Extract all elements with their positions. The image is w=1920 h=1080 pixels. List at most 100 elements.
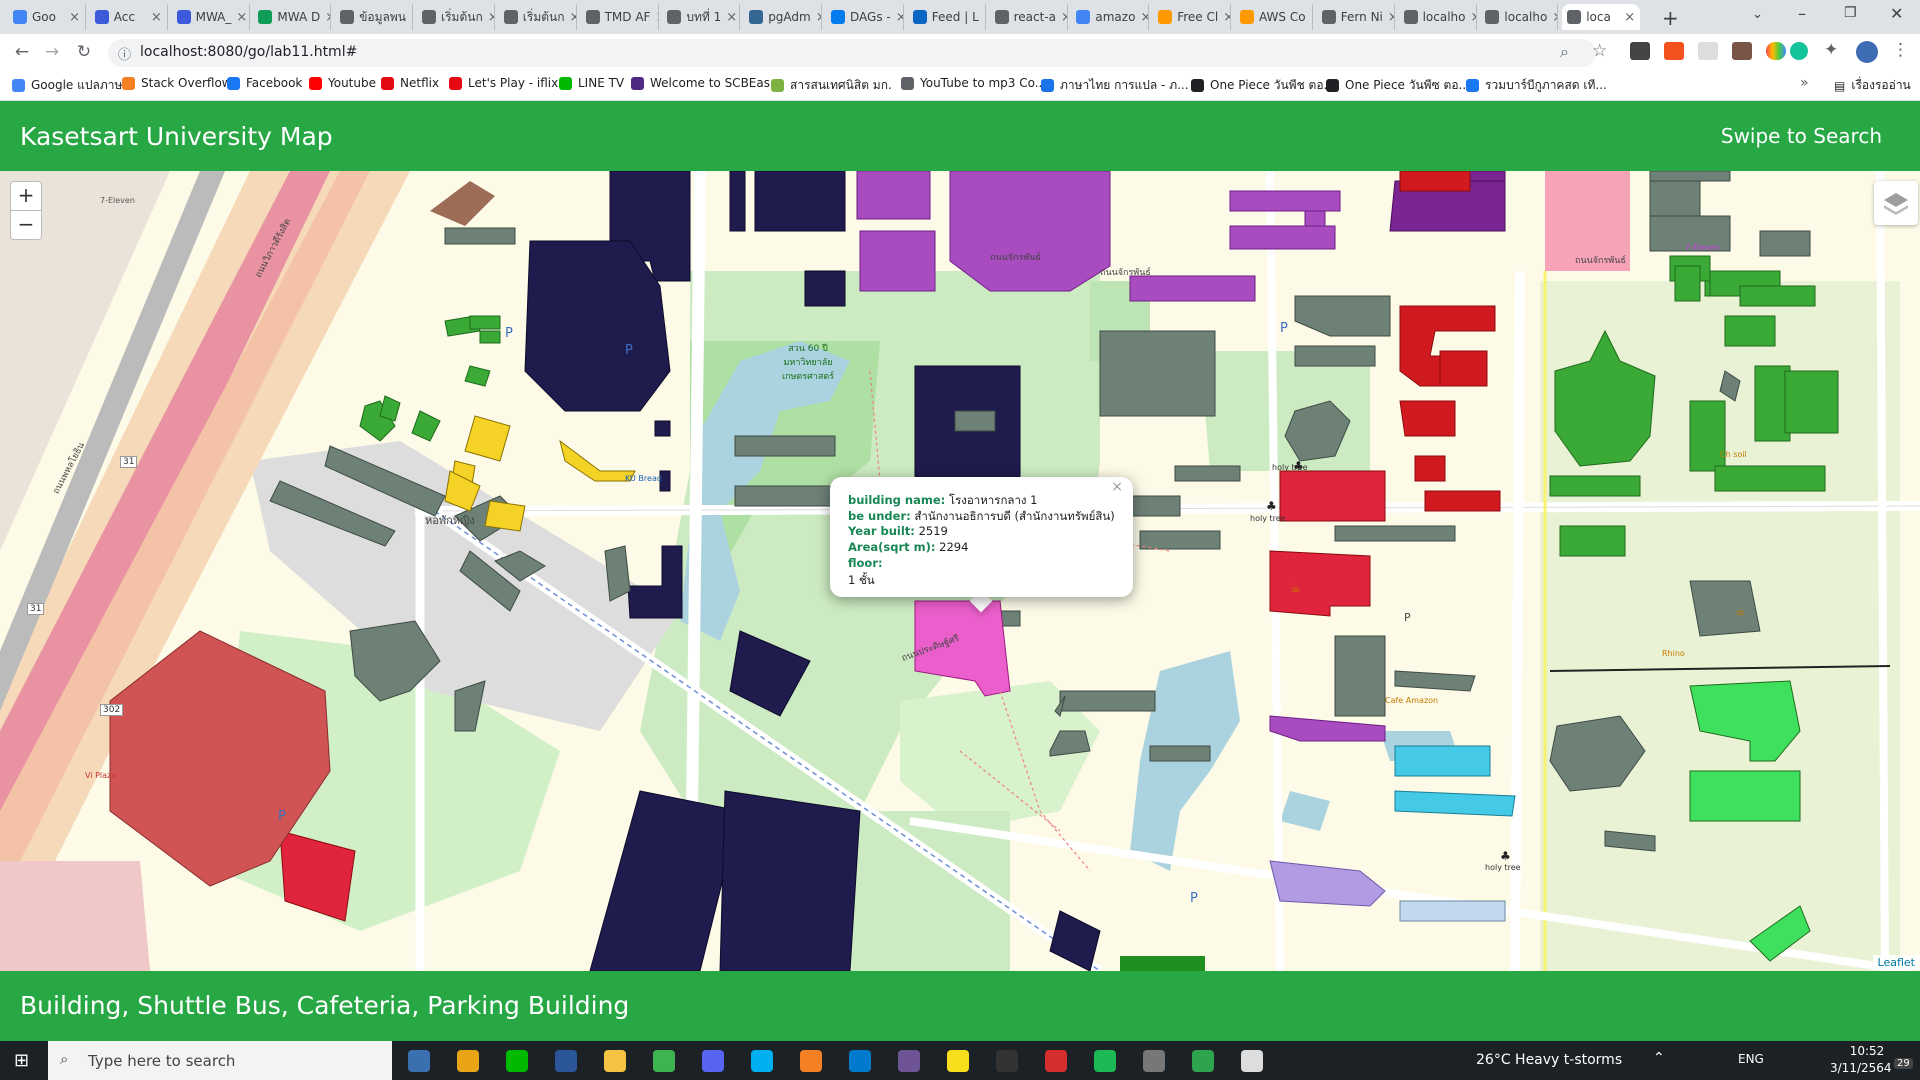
bookmark-item[interactable]: Let's Play - iflix <box>449 76 558 90</box>
bookmark-item[interactable]: One Piece วันพีซ ตอ... <box>1326 76 1470 95</box>
browser-tab[interactable]: ข้อมูลพน × <box>335 4 414 30</box>
bookmark-item[interactable]: Google แปลภาษา <box>12 76 129 95</box>
bookmark-item[interactable]: สารสนเทศนิสิต มก. <box>771 76 892 95</box>
browser-tab[interactable]: Feed | L × <box>908 4 986 30</box>
bookmark-item[interactable]: ภาษาไทย การแปล - ภ... <box>1041 76 1189 95</box>
tab-close-icon[interactable]: × <box>1223 10 1230 25</box>
tab-close-icon[interactable]: × <box>1311 10 1312 25</box>
taskbar-app-icon[interactable] <box>604 1050 626 1072</box>
taskbar-app-icon[interactable] <box>947 1050 969 1072</box>
tab-close-icon[interactable]: × <box>896 10 903 25</box>
clock-time[interactable]: 10:52 <box>1838 1044 1896 1058</box>
tab-close-icon[interactable]: × <box>984 10 985 25</box>
swipe-to-search-button[interactable]: Swipe to Search <box>1721 124 1882 148</box>
tab-close-icon[interactable]: × <box>655 10 657 25</box>
browser-tab[interactable]: MWA_ × <box>172 4 250 30</box>
browser-tab[interactable]: localho × <box>1399 4 1477 30</box>
layers-control-button[interactable] <box>1874 181 1918 225</box>
maximize-icon[interactable]: ❐ <box>1844 5 1857 21</box>
taskbar-app-icon[interactable] <box>702 1050 724 1072</box>
browser-tab[interactable]: MWA D × <box>253 4 332 30</box>
forward-icon[interactable]: → <box>40 40 64 64</box>
browser-tab[interactable]: Goo × <box>8 4 86 30</box>
tab-close-icon[interactable]: × <box>726 10 737 25</box>
tab-close-icon[interactable]: × <box>1388 10 1394 25</box>
tab-close-icon[interactable]: × <box>1624 10 1635 25</box>
taskbar-app-icon[interactable] <box>1192 1050 1214 1072</box>
browser-tab[interactable]: AWS Co × <box>1235 4 1313 30</box>
browser-tab[interactable]: localho × <box>1480 4 1559 30</box>
taskbar-app-icon[interactable] <box>653 1050 675 1072</box>
grammarly-icon[interactable] <box>1790 42 1808 60</box>
zoom-out-button[interactable]: − <box>10 210 42 240</box>
more-bookmarks-icon[interactable]: » <box>1800 75 1809 91</box>
browser-tab[interactable]: Acc × <box>90 4 168 30</box>
map-attribution[interactable]: Leaflet <box>1872 955 1920 970</box>
tray-chevron-icon[interactable]: ⌃ <box>1653 1050 1665 1066</box>
taskbar-app-icon[interactable] <box>996 1050 1018 1072</box>
bookmark-item[interactable]: รวมบาร์บีกูภาคสด เที... <box>1466 76 1607 95</box>
bookmark-item[interactable]: Welcome to SCBEas... <box>631 76 781 90</box>
windows-start-icon[interactable]: ⊞ <box>14 1050 29 1071</box>
tab-close-icon[interactable]: × <box>488 10 494 25</box>
bookmark-item[interactable]: Netflix <box>381 76 439 90</box>
bookmark-item[interactable]: LINE TV <box>559 76 624 90</box>
reload-icon[interactable]: ↻ <box>72 40 96 64</box>
browser-tab[interactable]: Fern Ni × <box>1317 4 1395 30</box>
tab-close-icon[interactable]: × <box>1552 10 1557 25</box>
browser-tab[interactable]: amazo × <box>1071 4 1150 30</box>
browser-tab[interactable]: pgAdm × <box>744 4 823 30</box>
browser-tab[interactable]: เริ่มต้นก × <box>499 4 577 30</box>
bookmark-star-icon[interactable]: ☆ <box>1592 41 1607 61</box>
tab-close-icon[interactable]: × <box>236 10 247 25</box>
extension-icon[interactable] <box>1664 42 1684 60</box>
tab-close-icon[interactable]: × <box>1061 10 1067 25</box>
avatar[interactable] <box>1856 41 1878 63</box>
taskbar-app-icon[interactable] <box>1143 1050 1165 1072</box>
notification-badge[interactable]: 29 <box>1894 1058 1913 1069</box>
taskbar-app-icon[interactable] <box>1094 1050 1116 1072</box>
menu-icon[interactable]: ⋮ <box>1892 40 1909 60</box>
browser-tab[interactable]: DAGs - × <box>826 4 904 30</box>
taskbar-app-icon[interactable] <box>1045 1050 1067 1072</box>
zoom-in-button[interactable]: + <box>10 181 42 211</box>
tab-close-icon[interactable]: × <box>1140 10 1148 25</box>
bookmark-item[interactable]: One Piece วันพีช ตอ... <box>1191 76 1335 95</box>
bookmark-item[interactable]: Stack Overflow <box>122 76 232 90</box>
back-icon[interactable]: ← <box>10 40 34 64</box>
taskbar-search-placeholder[interactable]: Type here to search <box>88 1052 235 1070</box>
extension-icon[interactable] <box>1732 42 1752 60</box>
extensions-puzzle-icon[interactable]: ✦ <box>1824 40 1838 60</box>
tab-close-icon[interactable]: × <box>325 10 330 25</box>
bookmark-item[interactable]: Facebook <box>227 76 302 90</box>
extension-icon[interactable] <box>1630 42 1650 60</box>
tab-close-icon[interactable]: × <box>411 10 412 25</box>
close-window-icon[interactable]: ✕ <box>1890 4 1903 23</box>
taskbar-app-icon[interactable] <box>849 1050 871 1072</box>
other-bookmarks[interactable]: ▤ เรื่องรออ่าน <box>1834 76 1911 95</box>
language-indicator[interactable]: ENG <box>1738 1052 1764 1066</box>
info-icon[interactable]: ⓘ <box>118 44 131 63</box>
taskbar-app-icon[interactable] <box>506 1050 528 1072</box>
browser-tab[interactable]: TMD AF × <box>581 4 659 30</box>
tab-close-icon[interactable]: × <box>151 10 162 25</box>
taskbar-app-icon[interactable] <box>751 1050 773 1072</box>
popup-close-button[interactable]: × <box>1111 479 1123 495</box>
tab-search-icon[interactable]: ⌄ <box>1752 7 1763 22</box>
tab-close-icon[interactable]: × <box>570 10 576 25</box>
url-text[interactable]: localhost:8080/go/lab11.html# <box>140 44 357 60</box>
tab-close-icon[interactable]: × <box>1471 10 1476 25</box>
new-tab-icon[interactable]: + <box>1662 6 1679 30</box>
taskbar-app-icon[interactable] <box>555 1050 577 1072</box>
bookmark-item[interactable]: Youtube <box>309 76 376 90</box>
browser-tab[interactable]: Free Cl × <box>1153 4 1232 30</box>
minimize-icon[interactable]: – <box>1798 4 1806 23</box>
extension-icon[interactable] <box>1766 42 1786 60</box>
taskbar-app-icon[interactable] <box>800 1050 822 1072</box>
tab-close-icon[interactable]: × <box>69 10 80 25</box>
taskbar-app-icon[interactable] <box>898 1050 920 1072</box>
zoom-icon[interactable]: ⌕ <box>1560 42 1569 62</box>
extension-icon[interactable] <box>1698 42 1718 60</box>
weather-text[interactable]: 26°C Heavy t-storms <box>1476 1052 1622 1068</box>
clock-date[interactable]: 3/11/2564 <box>1830 1061 1892 1075</box>
